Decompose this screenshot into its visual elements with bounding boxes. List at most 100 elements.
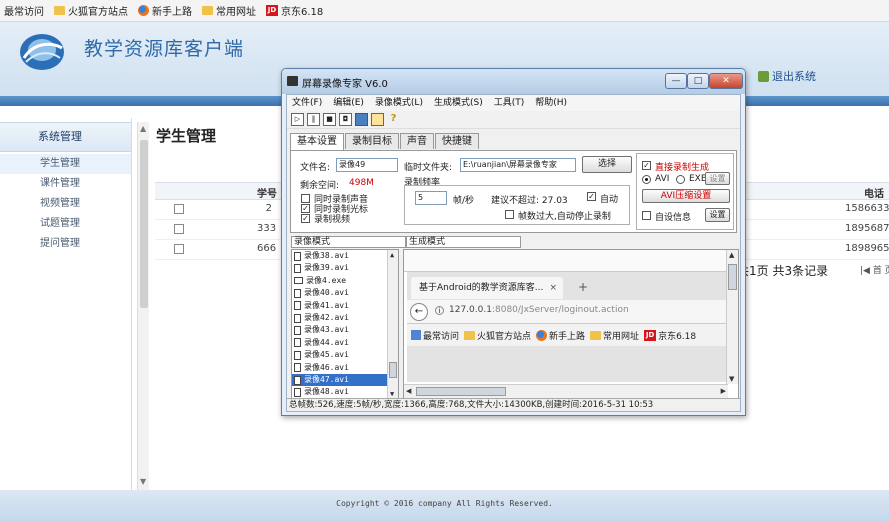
list-item[interactable]: 录像46.avi (292, 362, 398, 374)
fps-input[interactable]: 5 (415, 191, 447, 205)
rec-video-checkbox[interactable]: ✓ (301, 214, 310, 223)
preview-top (404, 250, 726, 272)
bookmark-common-sites[interactable]: 常用网址 (202, 3, 256, 18)
filename-input[interactable]: 录像49 (336, 158, 398, 172)
menu-generate-mode[interactable]: 生成模式(S) (434, 95, 483, 111)
menu-file[interactable]: 文件(F) (292, 95, 322, 111)
auto-fps-checkbox[interactable]: ✓ (587, 192, 596, 201)
preview-tab: 基于Android的教学资源库客... × (411, 277, 563, 299)
recorder-titlebar[interactable]: 屏幕录像专家 V6.0 — □ ✕ (282, 69, 745, 94)
scroll-down-icon[interactable]: ▼ (729, 375, 734, 383)
preview-url: 127.0.0.1:8080/JxServer/loginout.action (449, 305, 629, 315)
temp-folder-input[interactable]: E:\ruanjian\屏幕录像专家 (460, 158, 576, 172)
rec-cursor-checkbox[interactable]: ✓ (301, 204, 310, 213)
free-space-value: 498M (349, 178, 374, 188)
globe-icon[interactable] (355, 113, 368, 126)
close-tab-icon: × (549, 283, 557, 293)
direct-gen-checkbox[interactable]: ✓ (642, 161, 651, 170)
list-item[interactable]: 录像45.avi (292, 349, 398, 361)
rec-audio-checkbox[interactable] (301, 194, 310, 203)
custom-info-settings-button[interactable]: 设置 (705, 208, 730, 222)
pager-first-link[interactable]: |◀ 首 页 (860, 263, 889, 276)
tab-basic-settings[interactable]: 基本设置 (290, 133, 344, 150)
format-exe-radio[interactable] (676, 175, 685, 184)
custom-info-checkbox[interactable] (642, 211, 651, 220)
column-header-id[interactable]: 学号 (257, 185, 277, 200)
list-item[interactable]: 录像42.avi (292, 312, 398, 324)
preview-vscrollbar[interactable]: ▲ ▼ (726, 250, 738, 384)
scroll-right-icon[interactable]: ▶ (721, 387, 726, 395)
sidebar-heading[interactable]: 系统管理 (0, 122, 131, 152)
sidebar-item-asks[interactable]: 提问管理 (0, 234, 131, 254)
list-item[interactable]: 录像4.exe (292, 275, 398, 287)
folder-icon (464, 330, 476, 340)
paint-icon[interactable] (371, 113, 384, 126)
list-item[interactable]: 录像48.avi (292, 386, 398, 398)
preview-url-path: :8080/JxServer/loginout.action (491, 305, 629, 315)
help-icon[interactable]: ? (387, 113, 400, 126)
scroll-up-icon[interactable]: ▲ (390, 251, 394, 259)
scroll-thumb[interactable] (416, 387, 506, 396)
list-item-selected[interactable]: 录像47.avi (292, 373, 398, 387)
recorder-statusbar: 总帧数:526,速度:5帧/秒,宽度:1366,高度:768,文件大小:1430… (287, 398, 740, 411)
tab-record-target[interactable]: 录制目标 (345, 133, 399, 149)
menu-record-mode[interactable]: 录像模式(L) (375, 95, 423, 111)
close-button[interactable]: ✕ (709, 73, 743, 89)
bookmark-label: 常用网址 (216, 7, 256, 18)
list-item[interactable]: 录像40.avi (292, 287, 398, 299)
bookmark-jd[interactable]: JD 京东6.18 (266, 3, 323, 18)
doc-icon (294, 363, 301, 373)
sidebar-item-videos[interactable]: 视频管理 (0, 194, 131, 214)
tab-sound[interactable]: 声音 (400, 133, 434, 149)
scroll-down-icon[interactable]: ▼ (390, 390, 394, 398)
list-item[interactable]: 录像39.avi (292, 262, 398, 274)
recorder-app-icon (287, 76, 298, 86)
scroll-up-icon[interactable]: ▲ (729, 251, 734, 259)
logout-link[interactable]: 退出系统 (758, 68, 816, 84)
list-item[interactable]: 录像38.avi (292, 250, 398, 262)
scroll-thumb[interactable] (140, 140, 148, 308)
list-item[interactable]: 录像41.avi (292, 300, 398, 312)
row-checkbox[interactable] (174, 204, 184, 214)
preview-bookmarks: 最常访问 火狐官方站点 新手上路 常用网址 JD 京东6.18 (407, 324, 727, 346)
record-start-icon[interactable]: ▷ (291, 113, 304, 126)
bookmark-most-visited[interactable]: 最常访问 (4, 3, 44, 18)
format-avi-radio[interactable] (642, 175, 651, 184)
sidebar-item-questions[interactable]: 试题管理 (0, 214, 131, 234)
preview-bookmark: 火狐官方站点 (464, 329, 531, 342)
bookmark-getting-started[interactable]: 新手上路 (138, 3, 192, 18)
content-scrollbar[interactable]: ▲ ▼ (137, 122, 149, 490)
scroll-up-icon[interactable]: ▲ (140, 124, 146, 133)
stop-icon[interactable]: ■ (323, 113, 336, 126)
preview-hscrollbar[interactable]: ◀ ▶ (404, 384, 728, 398)
minimize-button[interactable]: — (665, 73, 687, 89)
recording-file-list[interactable]: 录像38.avi 录像39.avi 录像4.exe 录像40.avi 录像41.… (291, 249, 399, 400)
page-title: 学生管理 (156, 127, 217, 145)
sidebar-item-students[interactable]: 学生管理 (0, 154, 131, 174)
camera-icon[interactable]: ◘ (339, 113, 352, 126)
format-settings-button[interactable]: 设置 (705, 172, 730, 185)
scroll-thumb[interactable] (728, 264, 737, 290)
doc-icon (294, 350, 301, 360)
row-checkbox[interactable] (174, 224, 184, 234)
scroll-left-icon[interactable]: ◀ (406, 387, 411, 395)
menu-tools[interactable]: 工具(T) (494, 95, 525, 111)
sidebar-item-courseware[interactable]: 课件管理 (0, 174, 131, 194)
scroll-down-icon[interactable]: ▼ (140, 477, 146, 486)
maximize-button[interactable]: □ (687, 73, 709, 89)
drop-frames-checkbox[interactable] (505, 210, 514, 219)
list-item[interactable]: 录像44.avi (292, 337, 398, 349)
preview-url-host: 127.0.0.1 (449, 305, 492, 315)
avi-compress-button[interactable]: AVI压缩设置 (642, 189, 730, 203)
menu-help[interactable]: 帮助(H) (535, 95, 567, 111)
file-list-scrollbar[interactable]: ▲ ▼ (387, 250, 398, 399)
pause-icon[interactable]: ‖ (307, 113, 320, 126)
row-checkbox[interactable] (174, 244, 184, 254)
tab-hotkeys[interactable]: 快捷键 (435, 133, 479, 149)
list-item[interactable]: 录像43.avi (292, 324, 398, 336)
menu-edit[interactable]: 编辑(E) (333, 95, 364, 111)
scroll-thumb[interactable] (389, 362, 397, 378)
choose-folder-button[interactable]: 选择 (582, 156, 632, 173)
bookmark-firefox-site[interactable]: 火狐官方站点 (54, 3, 128, 18)
column-header-phone[interactable]: 电话 (864, 185, 884, 200)
